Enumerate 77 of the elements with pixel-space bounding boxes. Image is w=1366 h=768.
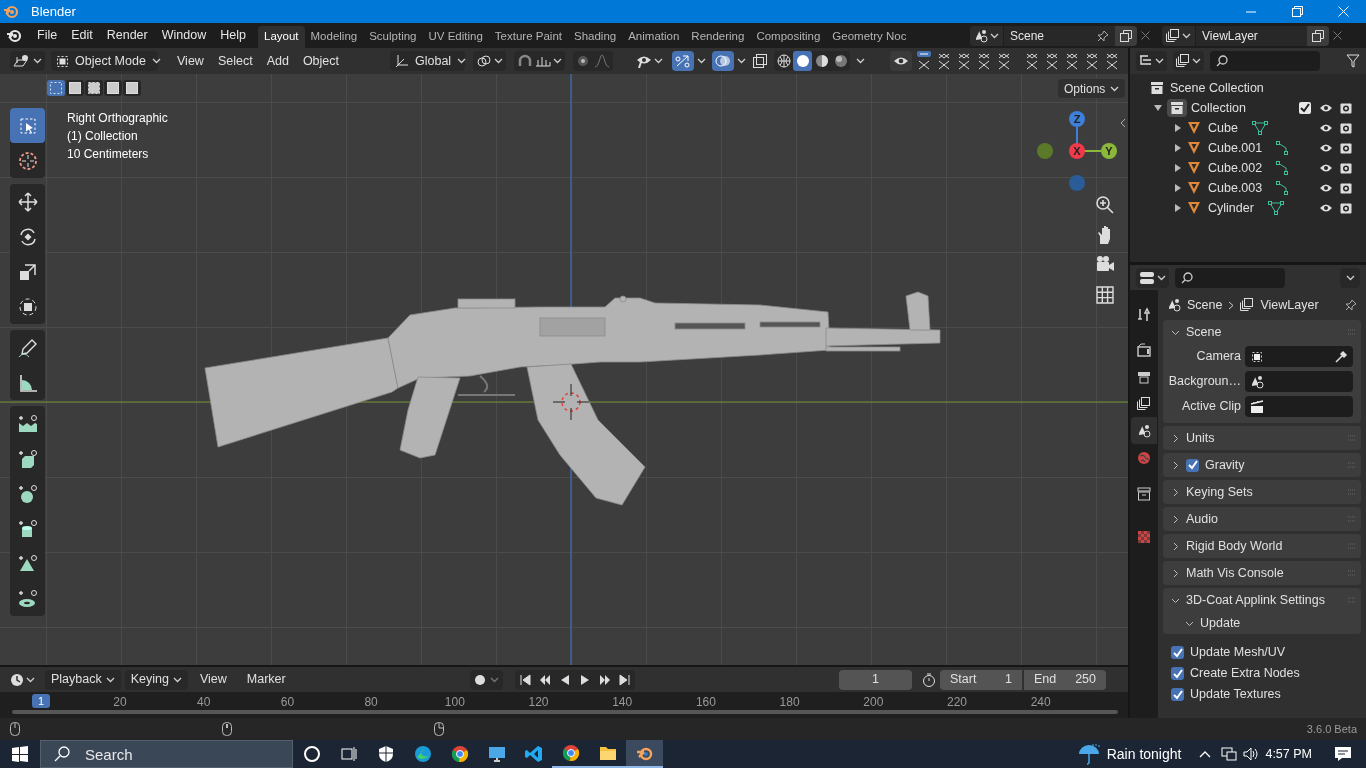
- frame-number: 100: [443, 694, 466, 711]
- workspace-tab[interactable]: Rendering: [685, 26, 751, 48]
- breadcrumb-item: ViewLayer: [1260, 296, 1319, 314]
- view-layer-field[interactable]: ViewLayer: [1195, 25, 1307, 46]
- field-label: Camera: [1195, 348, 1242, 366]
- outliner-item[interactable]: Cube.001: [1187, 138, 1263, 158]
- frame-number: 140: [611, 694, 634, 711]
- outliner-item[interactable]: Collection: [1167, 98, 1246, 118]
- frame-number: 120: [527, 694, 550, 711]
- panel-header[interactable]: Scene: [1163, 320, 1361, 344]
- frame-number: 80: [363, 694, 379, 711]
- workspace-tab[interactable]: Sculpting: [363, 26, 423, 48]
- subpanel-header[interactable]: Update: [1163, 612, 1361, 634]
- playhead[interactable]: 1: [32, 694, 50, 708]
- workspace-tab[interactable]: Shading: [568, 26, 623, 48]
- frame-number: 180: [778, 694, 801, 711]
- workspace-tab[interactable]: UV Editing: [422, 26, 489, 48]
- frame-number: 160: [694, 694, 717, 711]
- scene-field[interactable]: Scene: [1003, 25, 1115, 46]
- frame-number: 200: [862, 694, 885, 711]
- panel-header[interactable]: Rigid Body World: [1163, 534, 1361, 558]
- menu-item[interactable]: Window: [154, 26, 214, 45]
- panel-header[interactable]: Keying Sets: [1163, 480, 1361, 504]
- version-text: 3.6.0 Beta: [1306, 721, 1357, 737]
- menu-item[interactable]: Object: [295, 51, 346, 71]
- orientation-dropdown[interactable]: Global: [390, 51, 465, 71]
- menu-item[interactable]: Render: [99, 26, 155, 45]
- option-label: Update Mesh/UV: [1190, 644, 1286, 662]
- options-dropdown[interactable]: Options: [1058, 79, 1126, 98]
- panel-header[interactable]: Gravity: [1163, 453, 1361, 477]
- frame-number: 20: [112, 694, 128, 711]
- menu-item[interactable]: Add: [259, 51, 296, 71]
- menu-item[interactable]: View: [170, 51, 211, 71]
- viewport-info-text: (1) Collection: [67, 128, 139, 145]
- panel-header[interactable]: Audio: [1163, 507, 1361, 531]
- viewport-info-text: Right Orthographic: [67, 110, 168, 127]
- start-frame-field[interactable]: Start 1: [940, 669, 1022, 690]
- outliner-item[interactable]: Cube.002: [1187, 158, 1263, 178]
- current-frame-field[interactable]: 1: [839, 669, 912, 690]
- frame-number: 60: [279, 694, 296, 711]
- menu-item[interactable]: Help: [213, 26, 253, 45]
- outliner-row[interactable]: Scene Collection: [1130, 78, 1366, 98]
- panel-header[interactable]: Math Vis Console: [1163, 561, 1361, 585]
- frame-number: 220: [946, 694, 968, 711]
- menu-item[interactable]: View: [191, 670, 235, 689]
- end-frame-field[interactable]: End 250: [1024, 669, 1106, 690]
- outliner-item[interactable]: Cylinder: [1187, 198, 1254, 218]
- option-label: Update Textures: [1190, 686, 1281, 704]
- window-title: Blender: [31, 2, 76, 21]
- panel-header[interactable]: 3D-Coat Applink Settings: [1163, 588, 1361, 612]
- axis-handle[interactable]: X: [1069, 143, 1085, 159]
- workspace-tab[interactable]: Compositing: [750, 26, 827, 48]
- menu-dropdown[interactable]: Keying: [124, 669, 188, 690]
- frame-number: 240: [1029, 694, 1052, 711]
- workspace-tab[interactable]: Animation: [622, 26, 686, 48]
- menu-item[interactable]: Edit: [64, 26, 100, 45]
- workspace-tab[interactable]: Geometry Noc: [826, 26, 913, 48]
- panel-header[interactable]: Units: [1163, 426, 1361, 450]
- outliner-item[interactable]: Cube.003: [1187, 178, 1263, 198]
- frame-number: 40: [196, 694, 212, 711]
- workspace-tab[interactable]: Texture Paint: [488, 26, 568, 48]
- field-label: Backgroun…: [1167, 373, 1242, 391]
- weather-text[interactable]: Rain tonight: [1106, 743, 1182, 765]
- outliner-item[interactable]: Cube: [1187, 118, 1238, 138]
- workspace-tab[interactable]: Layout: [258, 26, 305, 48]
- menu-dropdown[interactable]: Playback: [45, 669, 121, 690]
- menu-item[interactable]: File: [30, 26, 65, 45]
- viewport-info-text: 10 Centimeters: [67, 146, 150, 163]
- breadcrumb-item: Scene: [1187, 296, 1223, 314]
- field-label: Active Clip: [1180, 398, 1242, 416]
- search-field[interactable]: Search: [40, 740, 293, 768]
- mode-dropdown[interactable]: Object Mode: [51, 51, 158, 71]
- workspace-tab[interactable]: Modeling: [304, 26, 364, 48]
- clock-text[interactable]: 4:57 PM: [1265, 744, 1312, 764]
- menu-item[interactable]: Select: [210, 51, 260, 71]
- menu-item[interactable]: Marker: [238, 670, 294, 689]
- option-label: Create Extra Nodes: [1190, 665, 1300, 683]
